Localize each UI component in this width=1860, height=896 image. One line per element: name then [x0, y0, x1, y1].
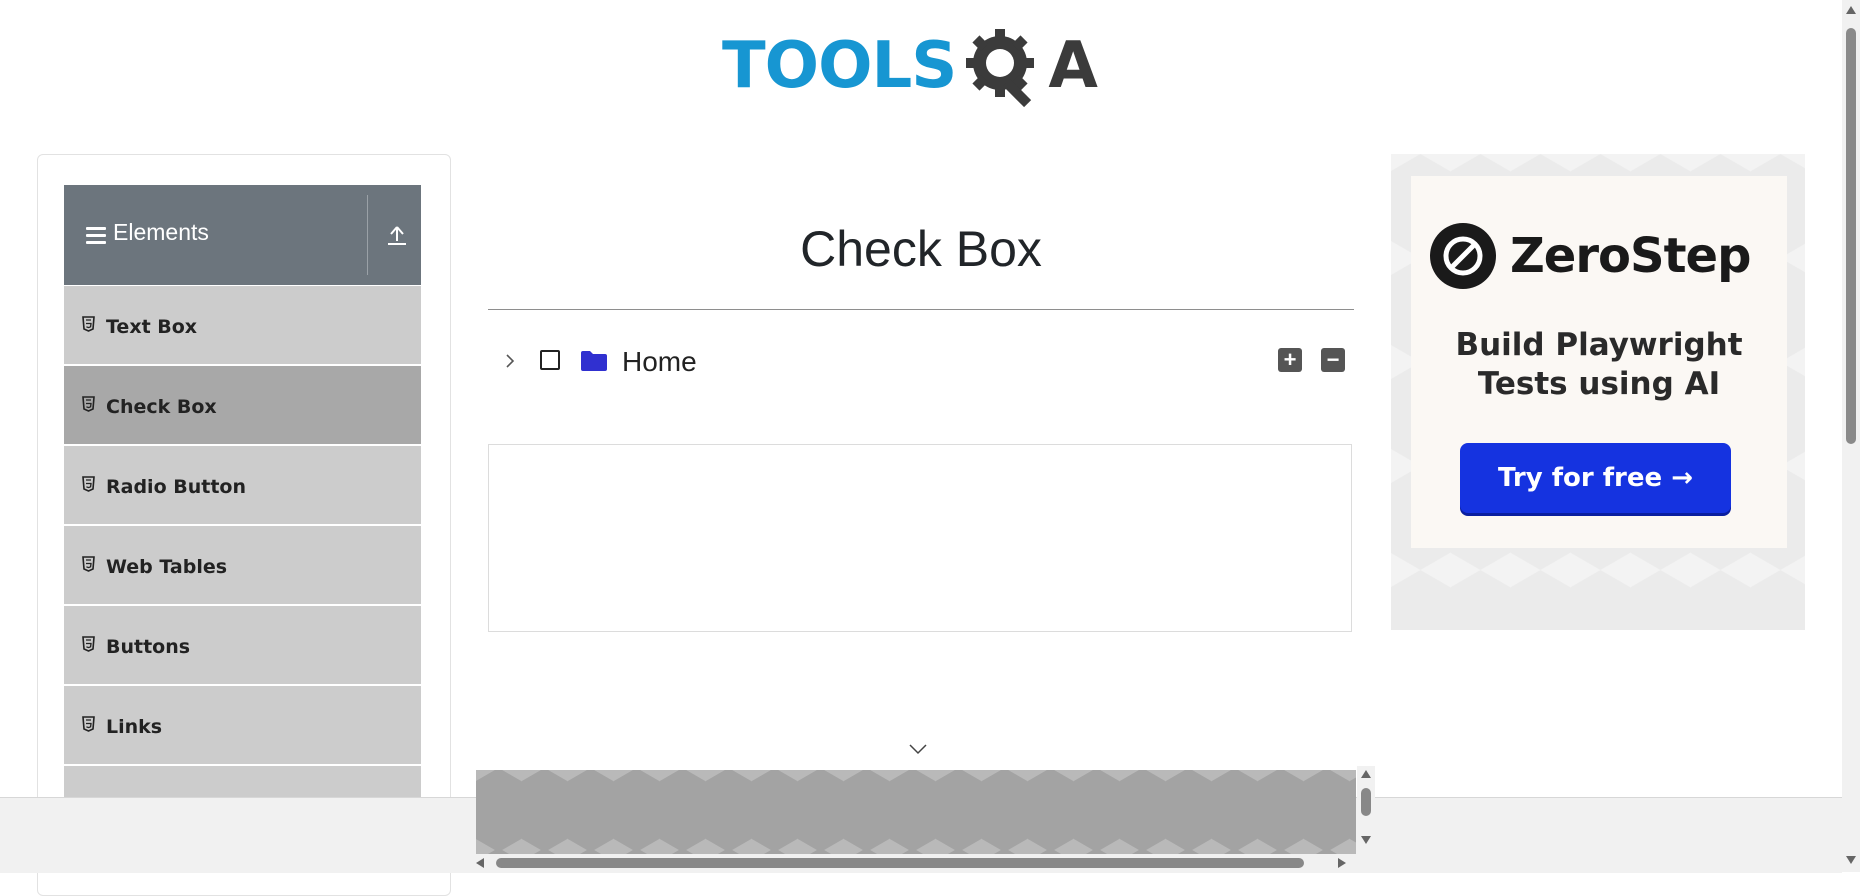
logo-text: TOOLS	[722, 29, 957, 103]
bottom-ad-horizontal-scrollbar[interactable]	[470, 854, 1375, 872]
scrollbar-thumb[interactable]	[1361, 788, 1371, 816]
sidebar-item-web-tables[interactable]: Web Tables	[64, 525, 421, 604]
scroll-down-arrow-icon[interactable]	[1846, 856, 1856, 864]
sidebar-item-links[interactable]: Links	[64, 685, 421, 764]
sidebar-item-label: Buttons	[106, 636, 191, 658]
group-title: Elements	[113, 219, 209, 245]
ad-headline: Build Playwright Tests using AI	[1411, 326, 1787, 404]
sidebar-item-buttons[interactable]: Buttons	[64, 605, 421, 684]
tree-node-home: Home + −	[496, 340, 1348, 382]
sidebar-item-radio-button[interactable]: Radio Button	[64, 445, 421, 524]
bottom-ad-vertical-scrollbar[interactable]	[1357, 766, 1375, 856]
scroll-up-arrow-icon[interactable]	[1846, 6, 1856, 14]
sidebar-item-label: Text Box	[106, 316, 198, 338]
folder-icon	[581, 351, 607, 371]
hamburger-icon	[86, 227, 106, 245]
tree-node-label[interactable]: Home	[622, 346, 697, 378]
html5-icon	[82, 716, 95, 732]
try-for-free-button[interactable]: Try for free →	[1460, 443, 1731, 513]
bottom-ad-banner[interactable]	[476, 770, 1356, 854]
chevron-right-icon[interactable]	[504, 352, 516, 370]
sidebar-item-check-box[interactable]: Check Box	[64, 365, 421, 444]
scroll-down-arrow-icon[interactable]	[1361, 836, 1371, 844]
ad-headline-line1: Build Playwright	[1455, 327, 1743, 363]
ad-brand: ZeroStep	[1430, 222, 1751, 290]
scroll-up-arrow-icon[interactable]	[1361, 770, 1371, 778]
title-divider	[488, 309, 1354, 310]
html5-icon	[82, 636, 95, 652]
scroll-right-arrow-icon[interactable]	[1338, 858, 1346, 868]
gear-magnifier-icon	[966, 29, 1035, 108]
html5-icon	[82, 396, 95, 412]
result-box	[488, 444, 1352, 632]
html5-icon	[82, 476, 95, 492]
ad-headline-line2: Tests using AI	[1477, 366, 1721, 402]
chevron-down-icon[interactable]	[908, 742, 928, 756]
scrollbar-thumb[interactable]	[496, 858, 1304, 868]
upload-arrow-icon[interactable]	[386, 223, 408, 247]
elements-group-header[interactable]: Elements	[64, 185, 421, 285]
home-checkbox[interactable]	[540, 350, 560, 370]
html5-icon	[82, 556, 95, 572]
divider	[367, 195, 368, 275]
html5-icon	[82, 316, 95, 332]
sidebar-item-label: Web Tables	[106, 556, 228, 578]
page-title: Check Box	[800, 221, 1042, 277]
sidebar-item-text-box[interactable]: Text Box	[64, 285, 421, 364]
scroll-left-arrow-icon[interactable]	[476, 858, 484, 868]
sidebar-menu: Text Box Check Box Radio Button Web Tabl…	[64, 285, 421, 845]
toolsqa-logo[interactable]: TOOLS A	[722, 18, 1124, 114]
logo-suffix: A	[1048, 29, 1098, 103]
zerostep-logo-icon	[1430, 223, 1496, 289]
scrollbar-thumb[interactable]	[1846, 28, 1856, 444]
ad-brand-name: ZeroStep	[1510, 228, 1751, 284]
sidebar-item-label: Radio Button	[106, 476, 246, 498]
collapse-all-button[interactable]: −	[1321, 348, 1345, 372]
page-scrollbar[interactable]	[1842, 0, 1860, 872]
sidebar-item-label: Check Box	[106, 396, 217, 418]
expand-all-button[interactable]: +	[1278, 348, 1302, 372]
sidebar-item-label: Links	[106, 716, 163, 738]
